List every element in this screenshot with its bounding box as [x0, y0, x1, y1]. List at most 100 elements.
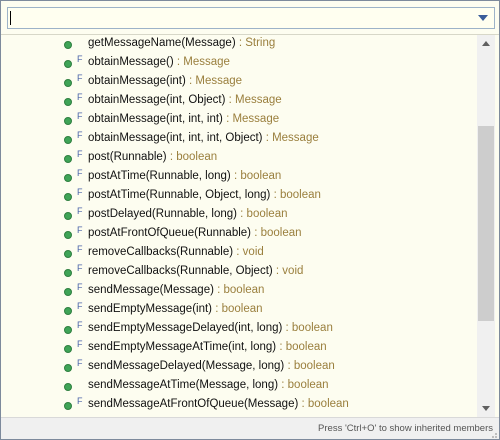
- member-name: removeCallbacks(Runnable): [88, 246, 234, 258]
- member-row[interactable]: FobtainMessage() : Message: [1, 54, 477, 73]
- member-row[interactable]: FsendMessage(Message) : boolean: [1, 282, 477, 301]
- member-return-type: : boolean: [278, 379, 329, 391]
- member-name: postAtTime(Runnable, long): [88, 170, 231, 182]
- member-row[interactable]: Fpost(Runnable) : boolean: [1, 149, 477, 168]
- member-row[interactable]: FobtainMessage(int, Object) : Message: [1, 92, 477, 111]
- member-name: sendEmptyMessageDelayed(int, long): [88, 322, 283, 334]
- member-name: obtainMessage(): [88, 56, 174, 68]
- member-return-type: : boolean: [166, 151, 218, 163]
- status-hint: Press 'Ctrl+O' to show inherited members: [318, 423, 493, 434]
- final-marker-icon: F: [77, 358, 83, 368]
- member-row[interactable]: FsendEmptyMessageAtTime(int, long) : boo…: [1, 339, 477, 358]
- member-return-type: : boolean: [212, 303, 263, 315]
- member-list: getMessageName(Message) : String FobtainM…: [1, 35, 477, 417]
- filter-bar: [1, 1, 499, 35]
- member-signature: sendMessageDelayed(Message, long) : bool…: [88, 360, 335, 372]
- member-row[interactable]: FsendMessageDelayed(Message, long) : boo…: [1, 358, 477, 377]
- public-method-icon: [64, 155, 72, 163]
- member-name: sendMessageAtFrontOfQueue(Message): [88, 398, 299, 410]
- member-signature: obtainMessage(int, Object) : Message: [88, 94, 282, 106]
- member-signature: postAtFrontOfQueue(Runnable) : boolean: [88, 227, 302, 239]
- member-row[interactable]: FremoveCallbacks(Runnable, Object) : voi…: [1, 263, 477, 282]
- member-return-type: : Message: [222, 113, 280, 125]
- member-signature: sendEmptyMessageDelayed(int, long) : boo…: [88, 322, 333, 334]
- member-row[interactable]: FobtainMessage(int) : Message: [1, 73, 477, 92]
- member-name: sendMessageDelayed(Message, long): [88, 360, 285, 372]
- member-return-type: : boolean: [230, 170, 282, 182]
- member-signature: removeCallbacks(Runnable) : void: [88, 246, 264, 258]
- member-signature: obtainMessage(int, int, int) : Message: [88, 113, 279, 125]
- scroll-thumb[interactable]: [478, 126, 494, 321]
- member-row[interactable]: FpostDelayed(Runnable, long) : boolean: [1, 206, 477, 225]
- public-method-icon: [64, 41, 72, 49]
- member-signature: sendMessageAtFrontOfQueue(Message) : boo…: [88, 398, 349, 410]
- member-row[interactable]: FsendEmptyMessageDelayed(int, long) : bo…: [1, 320, 477, 339]
- vertical-scrollbar[interactable]: [477, 35, 495, 417]
- public-method-icon: [64, 79, 72, 87]
- member-name: sendEmptyMessageAtTime(int, long): [88, 341, 277, 353]
- public-method-icon: [64, 231, 72, 239]
- scroll-up-button[interactable]: [477, 35, 495, 52]
- public-method-icon: [64, 326, 72, 334]
- final-marker-icon: F: [77, 339, 83, 349]
- member-name: obtainMessage(int, int, int, Object): [88, 132, 263, 144]
- member-name: obtainMessage(int): [88, 75, 186, 87]
- member-return-type: : Message: [173, 56, 230, 68]
- member-row[interactable]: FpostAtTime(Runnable, long) : boolean: [1, 168, 477, 187]
- public-method-icon: [64, 288, 72, 296]
- public-method-icon: [64, 250, 72, 258]
- member-signature: obtainMessage(int, int, int, Object) : M…: [88, 132, 319, 144]
- member-return-type: : Message: [185, 75, 243, 87]
- member-row[interactable]: FobtainMessage(int, int, int, Object) : …: [1, 130, 477, 149]
- member-signature: sendEmptyMessageAtTime(int, long) : bool…: [88, 341, 327, 353]
- member-return-type: : boolean: [213, 284, 265, 296]
- member-row[interactable]: sendMessageAtTime(Message, long) : boole…: [1, 377, 477, 396]
- scroll-down-button[interactable]: [477, 400, 495, 417]
- member-return-type: : boolean: [276, 341, 327, 353]
- member-name: postAtFrontOfQueue(Runnable): [88, 227, 252, 239]
- member-name: post(Runnable): [88, 151, 167, 163]
- final-marker-icon: F: [77, 282, 83, 292]
- final-marker-icon: F: [77, 244, 83, 254]
- final-marker-icon: F: [77, 263, 83, 273]
- member-return-type: : Message: [225, 94, 282, 106]
- member-return-type: : void: [233, 246, 264, 258]
- final-marker-icon: F: [77, 320, 83, 330]
- member-signature: getMessageName(Message) : String: [88, 37, 275, 49]
- member-row[interactable]: FpostAtTime(Runnable, Object, long) : bo…: [1, 187, 477, 206]
- member-name: obtainMessage(int, Object): [88, 94, 226, 106]
- final-marker-icon: F: [77, 73, 83, 83]
- final-marker-icon: F: [77, 111, 83, 121]
- member-name: sendMessage(Message): [88, 284, 214, 296]
- public-method-icon: [64, 98, 72, 106]
- member-return-type: : void: [272, 265, 304, 277]
- public-method-icon: [64, 364, 72, 372]
- public-method-icon: [64, 174, 72, 182]
- public-method-icon: [64, 345, 72, 353]
- member-return-type: : boolean: [282, 322, 333, 334]
- final-marker-icon: F: [77, 301, 83, 311]
- filter-input[interactable]: [7, 7, 495, 29]
- public-method-icon: [64, 212, 72, 220]
- resize-grip-icon[interactable]: [490, 431, 498, 439]
- member-row[interactable]: FsendMessageAtFrontOfQueue(Message) : bo…: [1, 396, 477, 415]
- member-row[interactable]: FsendEmptyMessage(int) : boolean: [1, 301, 477, 320]
- member-return-type: : Message: [262, 132, 319, 144]
- member-signature: sendMessageAtTime(Message, long) : boole…: [88, 379, 329, 391]
- member-name: sendMessageAtTime(Message, long): [88, 379, 279, 391]
- view-menu-button[interactable]: [475, 9, 491, 27]
- final-marker-icon: F: [77, 92, 83, 102]
- member-return-type: : boolean: [284, 360, 335, 372]
- member-name: sendEmptyMessage(int): [88, 303, 212, 315]
- final-marker-icon: F: [77, 206, 83, 216]
- member-signature: removeCallbacks(Runnable, Object) : void: [88, 265, 303, 277]
- member-row[interactable]: FobtainMessage(int, int, int) : Message: [1, 111, 477, 130]
- arrow-up-icon: [482, 41, 490, 46]
- public-method-icon: [64, 307, 72, 315]
- member-row[interactable]: getMessageName(Message) : String: [1, 35, 477, 54]
- member-return-type: : boolean: [270, 189, 321, 201]
- member-row[interactable]: FpostAtFrontOfQueue(Runnable) : boolean: [1, 225, 477, 244]
- member-signature: postDelayed(Runnable, long) : boolean: [88, 208, 287, 220]
- member-row[interactable]: FremoveCallbacks(Runnable) : void: [1, 244, 477, 263]
- public-method-icon: [64, 60, 72, 68]
